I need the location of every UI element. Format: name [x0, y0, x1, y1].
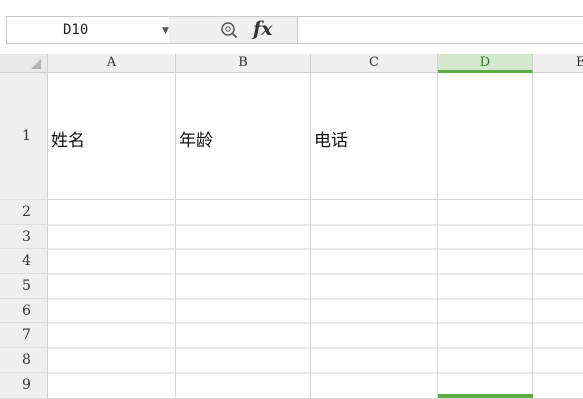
column-header-d[interactable]: D	[438, 54, 533, 73]
row-header-4[interactable]: 4	[0, 249, 48, 274]
cell-b1[interactable]: 年龄	[176, 73, 311, 200]
formula-input[interactable]	[297, 16, 583, 44]
row-header-2[interactable]: 2	[0, 200, 48, 225]
cell-a1[interactable]: 姓名	[48, 73, 176, 200]
column-header-a[interactable]: A	[48, 54, 176, 73]
chevron-down-icon[interactable]: ▼	[162, 26, 169, 36]
row-header-1[interactable]: 1	[0, 73, 48, 200]
cell-b1-text: 年龄	[179, 131, 213, 151]
row-header-5[interactable]: 5	[0, 274, 48, 299]
cell-c1[interactable]: 电话	[311, 73, 438, 200]
cell-d1[interactable]	[438, 73, 533, 200]
row-header-7[interactable]: 7	[0, 323, 48, 348]
column-header-e[interactable]: E	[533, 54, 583, 73]
select-all-corner[interactable]	[0, 54, 48, 73]
formula-bar: D10 ▼ fx	[0, 0, 583, 45]
zoom-icon[interactable]	[220, 21, 238, 39]
column-header-b[interactable]: B	[176, 54, 311, 73]
cell-a1-text: 姓名	[51, 131, 85, 151]
name-box-value: D10	[63, 22, 89, 38]
row-header-6[interactable]: 6	[0, 299, 48, 323]
formula-tools: fx	[169, 16, 297, 44]
cell-e1[interactable]	[533, 73, 583, 200]
row-header-3[interactable]: 3	[0, 225, 48, 249]
row-gridlines	[48, 224, 583, 374]
cell-c1-text: 电话	[314, 131, 348, 151]
row-header-9[interactable]: 9	[0, 373, 48, 399]
fx-icon[interactable]: fx	[253, 18, 273, 40]
row-header-8[interactable]: 8	[0, 348, 48, 373]
name-box[interactable]: D10 ▼	[6, 16, 169, 44]
spreadsheet-grid: A B C D E 1 2 3 4 5 6 7 8 9 姓名 年龄 电话	[0, 54, 583, 399]
column-header-c[interactable]: C	[311, 54, 438, 73]
selection-indicator-d	[438, 394, 533, 398]
